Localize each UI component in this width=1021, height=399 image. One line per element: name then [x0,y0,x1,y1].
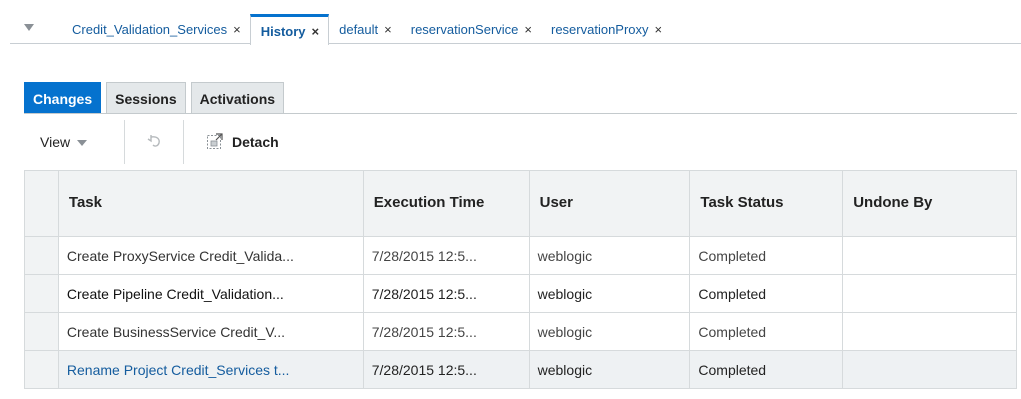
cell-user: weblogic [528,274,691,313]
row-header[interactable] [24,236,59,275]
row-header[interactable] [24,312,59,351]
cell-execution-time: 7/28/2015 12:5... [362,236,530,275]
cell-task-status: Completed [689,312,844,351]
cell-task: Create ProxyService Credit_Valida... [57,236,364,275]
detach-button[interactable]: Detach [184,120,279,164]
cell-execution-time: 7/28/2015 12:5... [362,274,530,313]
column-header-task[interactable]: Task [57,170,364,237]
triangle-down-icon[interactable] [24,24,34,34]
tab-label: reservationProxy [551,21,649,37]
tab-label: History [260,23,306,39]
column-header-execution-time[interactable]: Execution Time [362,170,530,237]
tab-credit-validation-services[interactable]: Credit_Validation_Services × [62,14,250,44]
cell-task: Create Pipeline Credit_Validation... [57,274,364,313]
subtab-changes[interactable]: Changes [24,82,102,114]
view-menu-label: View [40,134,71,150]
cell-undone-by [842,350,1017,389]
close-icon[interactable]: × [384,23,392,36]
cell-task: Rename Project Credit_Services t... [57,350,364,389]
row-header[interactable] [24,350,59,389]
editor-tab-strip: Credit_Validation_Services × History × d… [10,14,1021,45]
tab-history[interactable]: History × [249,14,330,45]
table-row[interactable]: Create BusinessService Credit_V... 7/28/… [24,312,1017,351]
row-header-corner [24,170,59,237]
tab-label: reservationService [410,21,519,37]
table-row[interactable]: Rename Project Credit_Services t... 7/28… [24,350,1017,389]
close-icon[interactable]: × [655,23,663,36]
cell-undone-by [842,236,1017,275]
cell-task-status: Completed [689,350,844,389]
cell-task: Create BusinessService Credit_V... [57,312,364,351]
tab-reservation-service[interactable]: reservationService × [401,14,541,44]
subtab-sessions[interactable]: Sessions [106,82,186,114]
cell-user: weblogic [528,312,691,351]
table-row[interactable]: Create Pipeline Credit_Validation... 7/2… [24,274,1017,313]
column-header-user[interactable]: User [528,170,691,237]
table-row[interactable]: Create ProxyService Credit_Valida... 7/2… [24,236,1017,275]
cell-user: weblogic [528,236,691,275]
row-header[interactable] [24,274,59,313]
changes-table: Task Execution Time User Task Status Und… [24,170,1017,389]
subtab-divider [24,113,1017,114]
tab-label: default [339,21,379,37]
tab-label: Credit_Validation_Services [72,21,228,37]
column-header-task-status[interactable]: Task Status [689,170,844,237]
close-icon[interactable]: × [524,23,532,36]
close-icon[interactable]: × [312,25,320,38]
column-header-undone-by[interactable]: Undone By [842,170,1017,237]
view-menu-button[interactable]: View [24,120,124,164]
detach-label: Detach [232,134,279,150]
cell-execution-time: 7/28/2015 12:5... [362,350,530,389]
subtab-activations[interactable]: Activations [190,82,285,114]
chevron-down-icon [77,134,88,150]
cell-task-status: Completed [689,236,844,275]
tab-reservation-proxy[interactable]: reservationProxy × [541,14,671,44]
detach-icon [206,132,232,153]
cell-execution-time: 7/28/2015 12:5... [362,312,530,351]
tab-list: Credit_Validation_Services × History × d… [62,14,671,45]
cell-undone-by [842,312,1017,351]
history-subtabs: Changes Sessions Activations [24,82,289,114]
cell-undone-by [842,274,1017,313]
undo-button[interactable] [125,120,183,164]
tab-default[interactable]: default × [329,14,401,44]
cell-task-status: Completed [689,274,844,313]
close-icon[interactable]: × [233,23,241,36]
table-header-row: Task Execution Time User Task Status Und… [24,170,1017,237]
table-toolbar: View Detach [24,120,1017,164]
undo-icon [145,132,163,153]
cell-user: weblogic [528,350,691,389]
